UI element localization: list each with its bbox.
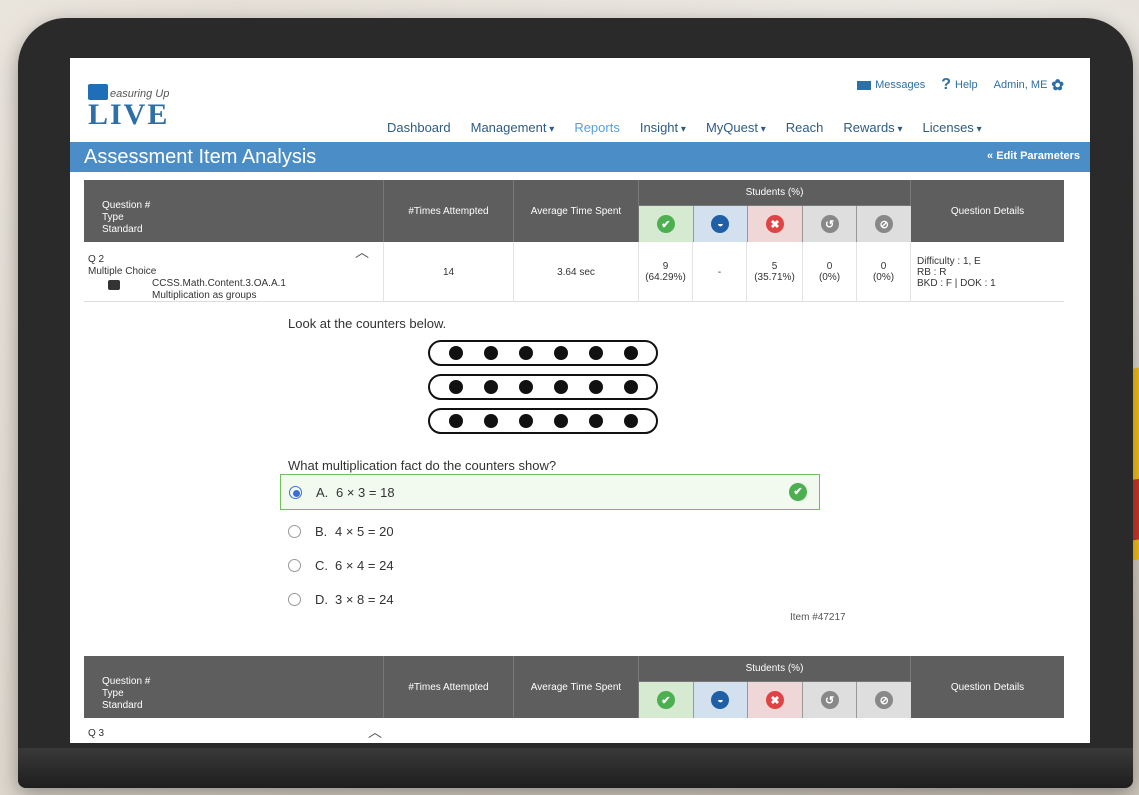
- option-a[interactable]: A. 6 × 3 = 18 ✔: [280, 474, 820, 510]
- nav-reports[interactable]: Reports: [574, 120, 620, 135]
- edit-parameters-button[interactable]: « Edit Parameters: [987, 150, 1080, 162]
- chevron-up-icon[interactable]: ︿: [355, 245, 369, 259]
- messages-link[interactable]: Messages: [857, 79, 925, 91]
- partial-icon: ◒: [711, 691, 730, 709]
- nav-management[interactable]: Management: [471, 120, 555, 135]
- correct-icon: ✔: [656, 215, 675, 233]
- correct-check-icon: ✔: [789, 483, 807, 501]
- option-c[interactable]: C. 6 × 4 = 24: [280, 547, 820, 583]
- nav-licenses[interactable]: Licenses: [922, 120, 981, 135]
- app-logo[interactable]: easuring Up LIVE: [88, 84, 170, 132]
- counter-group: [428, 408, 658, 434]
- students-incorrect: 5 (35.71%): [747, 242, 803, 302]
- book-icon: [108, 280, 120, 290]
- table-row[interactable]: Q 3 ︿: [84, 722, 1064, 743]
- radio[interactable]: [288, 558, 301, 572]
- header-average-time: Average Time Spent: [514, 180, 639, 242]
- nav-dashboard[interactable]: Dashboard: [387, 120, 451, 135]
- logo-title: LIVE: [88, 98, 170, 131]
- item-analysis-table-2: Question # Type Standard #Times Attempted …: [84, 656, 1064, 718]
- item-analysis-table: Question # Type Standard #Times Attempted …: [84, 180, 1064, 302]
- header-average-time: Average Time Spent: [514, 656, 639, 718]
- students-correct: 9 (64.29%): [639, 242, 693, 302]
- nav-reach[interactable]: Reach: [786, 120, 824, 135]
- table-header: Question # Type Standard #Times Attempted …: [84, 180, 1064, 242]
- incorrect-icon: ✖: [765, 691, 784, 709]
- nav-rewards[interactable]: Rewards: [843, 120, 902, 135]
- header-question: Question # Type Standard: [84, 656, 384, 718]
- item-number: Item #47217: [790, 612, 846, 623]
- skipped-icon: ⊘: [875, 691, 894, 709]
- radio[interactable]: [288, 592, 301, 606]
- students-skipped: 0 (0%): [857, 242, 911, 302]
- incorrect-icon: ✖: [765, 215, 784, 233]
- counters-figure: [428, 340, 658, 442]
- gear-icon: ✿: [1051, 77, 1064, 94]
- double-chevron-left-icon: «: [987, 150, 994, 162]
- question-info: Q 2 Multiple Choice CCSS.Math.Content.3.…: [84, 242, 384, 302]
- chevron-up-icon[interactable]: ︿: [368, 722, 382, 742]
- student-icons: ✔ ◒ ✖ ↺ ⊘: [639, 682, 911, 718]
- question-icon: ?: [941, 76, 951, 93]
- title-bar: Assessment Item Analysis « Edit Paramete…: [70, 142, 1090, 172]
- page-title: Assessment Item Analysis: [84, 146, 317, 168]
- header-students: Students (%): [639, 656, 911, 682]
- students-partial: -: [693, 242, 747, 302]
- option-b[interactable]: B. 4 × 5 = 20: [280, 513, 820, 549]
- table-row[interactable]: Q 2 Multiple Choice CCSS.Math.Content.3.…: [84, 242, 1064, 302]
- partial-icon: ◒: [711, 215, 730, 233]
- main-nav: Dashboard Management Reports Insight MyQ…: [387, 120, 982, 135]
- correct-icon: ✔: [656, 691, 675, 709]
- retry-icon: ↺: [820, 691, 839, 709]
- header-question: Question # Type Standard: [84, 180, 384, 242]
- question-stem: What multiplication fact do the counters…: [288, 458, 557, 473]
- average-time: 3.64 sec: [514, 242, 639, 302]
- header-students: Students (%): [639, 180, 911, 206]
- question-number: Q 3: [88, 728, 105, 739]
- students-retry: 0 (0%): [803, 242, 857, 302]
- nav-insight[interactable]: Insight: [640, 120, 686, 135]
- retry-icon: ↺: [820, 215, 839, 233]
- envelope-icon: [857, 80, 872, 90]
- utility-bar: Messages ? Help Admin, ME ✿: [857, 76, 1064, 94]
- question-details: Difficulty : 1, E RB : R BKD : F | DOK : 1: [917, 255, 996, 289]
- header-times-attempted: #Times Attempted: [384, 180, 514, 242]
- option-d[interactable]: D. 3 × 8 = 24: [280, 581, 820, 617]
- times-attempted: 14: [384, 242, 514, 302]
- counter-group: [428, 374, 658, 400]
- screen: easuring Up LIVE Messages ? Help Admin, M…: [70, 58, 1090, 743]
- radio[interactable]: [288, 524, 301, 538]
- skipped-icon: ⊘: [875, 215, 894, 233]
- help-link[interactable]: ? Help: [941, 76, 977, 94]
- table-header: Question # Type Standard #Times Attempted …: [84, 656, 1064, 718]
- nav-myquest[interactable]: MyQuest: [706, 120, 766, 135]
- radio-selected[interactable]: [289, 485, 302, 499]
- logo-tagline: easuring Up: [88, 84, 169, 100]
- counter-group: [428, 340, 658, 366]
- admin-menu[interactable]: Admin, ME ✿: [994, 76, 1064, 94]
- student-icons: ✔ ◒ ✖ ↺ ⊘: [639, 206, 911, 242]
- question-prompt: Look at the counters below.: [288, 316, 447, 331]
- header-question-details: Question Details: [950, 681, 1025, 693]
- header-question-details: Question Details: [950, 205, 1025, 217]
- header-times-attempted: #Times Attempted: [384, 656, 514, 718]
